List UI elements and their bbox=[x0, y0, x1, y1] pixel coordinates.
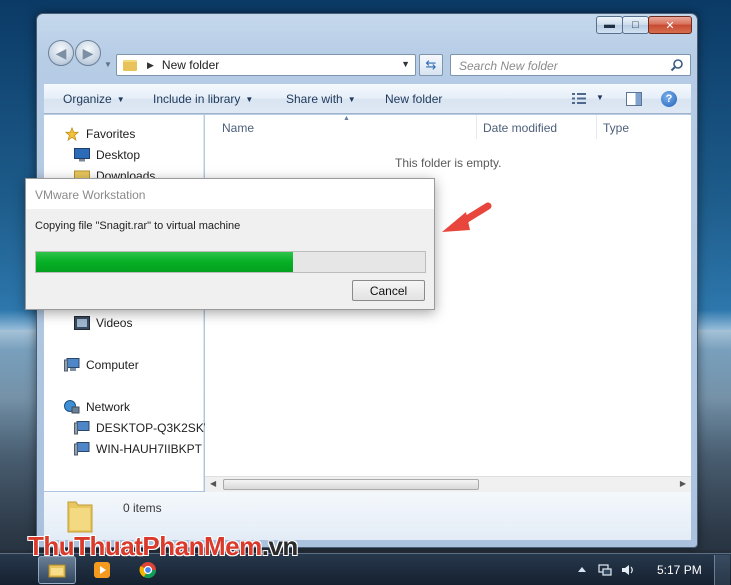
nav-item-desktop[interactable]: Desktop bbox=[74, 148, 140, 162]
copy-progress-bar bbox=[35, 251, 426, 273]
new-folder-button[interactable]: New folder bbox=[385, 92, 442, 106]
watermark-part-3: .vn bbox=[261, 531, 299, 561]
recent-pages-chevron-icon[interactable]: ▼ bbox=[104, 60, 112, 69]
view-options-icon[interactable] bbox=[572, 93, 586, 104]
cancel-button[interactable]: Cancel bbox=[352, 280, 425, 301]
horizontal-scrollbar[interactable]: ◀ ▶ bbox=[205, 476, 691, 492]
scrollbar-thumb[interactable] bbox=[223, 479, 479, 490]
refresh-button[interactable]: ⇆ bbox=[419, 54, 443, 76]
refresh-icon: ⇆ bbox=[425, 57, 437, 72]
copy-progress-dialog: VMware Workstation Copying file "Snagit.… bbox=[25, 178, 435, 310]
show-hidden-icons-icon[interactable] bbox=[575, 563, 589, 577]
folder-large-icon bbox=[67, 501, 93, 533]
search-input[interactable]: Search New folder bbox=[450, 54, 691, 76]
nav-item-computer[interactable]: Computer bbox=[64, 358, 139, 372]
desktop-icon bbox=[74, 148, 90, 162]
watermark-part-1: ThuThuat bbox=[28, 531, 143, 561]
chevron-down-icon: ▼ bbox=[116, 95, 125, 104]
nav-favorites-label: Favorites bbox=[86, 127, 136, 141]
chrome-icon bbox=[139, 562, 157, 579]
back-button[interactable]: ◀ bbox=[48, 40, 74, 66]
column-header-name[interactable]: Name bbox=[222, 121, 254, 135]
include-in-library-menu[interactable]: Include in library ▼ bbox=[153, 92, 253, 106]
network-globe-icon bbox=[64, 400, 80, 414]
nav-computer-label: Computer bbox=[86, 358, 139, 372]
nav-item-favorites[interactable]: Favorites bbox=[64, 127, 135, 141]
computer-icon bbox=[64, 358, 80, 372]
share-with-label: Share with bbox=[286, 92, 343, 106]
organize-menu[interactable]: Organize ▼ bbox=[63, 92, 125, 106]
nav-item-videos[interactable]: Videos bbox=[74, 316, 132, 330]
nav-item-network-computer[interactable]: DESKTOP-Q3K2SKV bbox=[74, 421, 212, 435]
empty-folder-message: This folder is empty. bbox=[395, 156, 502, 170]
help-icon[interactable]: ? bbox=[661, 91, 677, 107]
explorer-folder-icon bbox=[48, 564, 66, 578]
address-dropdown-icon[interactable]: ▼ bbox=[401, 59, 410, 69]
copy-status-message: Copying file "Snagit.rar" to virtual mac… bbox=[35, 220, 241, 232]
address-bar[interactable]: ▶ New folder ▼ bbox=[116, 54, 416, 76]
caption-buttons: ▬ □ ✕ bbox=[596, 16, 692, 34]
search-placeholder: Search New folder bbox=[459, 59, 558, 73]
show-desktop-button[interactable] bbox=[714, 555, 730, 585]
red-arrow-annotation bbox=[442, 202, 492, 232]
nav-desktop-label: Desktop bbox=[96, 148, 141, 162]
item-count: 0 items bbox=[123, 501, 162, 515]
nav-item-network[interactable]: Network bbox=[64, 400, 130, 414]
preview-pane-icon[interactable] bbox=[626, 92, 642, 106]
star-icon bbox=[64, 127, 80, 141]
network-item-label: WIN-HAUH7IIBKPT bbox=[96, 442, 203, 456]
volume-icon[interactable] bbox=[621, 563, 635, 577]
scroll-right-icon[interactable]: ▶ bbox=[680, 479, 686, 488]
nav-videos-label: Videos bbox=[96, 316, 133, 330]
column-header-date-modified[interactable]: Date modified bbox=[483, 121, 557, 135]
network-tray-icon[interactable] bbox=[598, 563, 612, 577]
breadcrumb-separator-icon[interactable]: ▶ bbox=[147, 60, 154, 71]
share-with-menu[interactable]: Share with ▼ bbox=[286, 92, 356, 106]
chevron-down-icon: ▼ bbox=[245, 95, 254, 104]
nav-network-label: Network bbox=[86, 400, 131, 414]
folder-icon bbox=[123, 59, 137, 71]
taskbar-clock[interactable]: 5:17 PM bbox=[657, 563, 702, 577]
site-watermark: ThuThuatPhanMem.vn bbox=[28, 531, 298, 562]
column-divider[interactable] bbox=[596, 115, 597, 139]
forward-button[interactable]: ▶ bbox=[75, 40, 101, 66]
close-button[interactable]: ✕ bbox=[648, 16, 692, 34]
nav-item-network-computer[interactable]: WIN-HAUH7IIBKPT bbox=[74, 442, 202, 456]
blank-region bbox=[603, 200, 634, 235]
media-player-icon bbox=[94, 562, 110, 578]
column-header-type[interactable]: Type bbox=[603, 121, 629, 135]
command-bar: Organize ▼ Include in library ▼ Share with… bbox=[44, 84, 691, 114]
network-item-label: DESKTOP-Q3K2SKV bbox=[96, 421, 212, 435]
sort-indicator-icon: ▲ bbox=[343, 115, 350, 122]
include-in-library-label: Include in library bbox=[153, 92, 241, 106]
address-path[interactable]: New folder bbox=[162, 58, 219, 72]
back-arrow-icon: ◀ bbox=[55, 44, 67, 61]
dialog-title: VMware Workstation bbox=[35, 188, 146, 202]
maximize-button[interactable]: □ bbox=[622, 16, 649, 34]
progress-fill bbox=[36, 252, 293, 272]
scroll-left-icon[interactable]: ◀ bbox=[210, 479, 216, 488]
network-computer-icon bbox=[74, 442, 90, 456]
chevron-down-icon: ▼ bbox=[347, 95, 356, 104]
minimize-button[interactable]: ▬ bbox=[596, 16, 623, 34]
watermark-part-2: PhanMem bbox=[142, 531, 262, 561]
forward-arrow-icon: ▶ bbox=[82, 44, 94, 61]
organize-label: Organize bbox=[63, 92, 112, 106]
column-divider[interactable] bbox=[476, 115, 477, 139]
view-dropdown-icon[interactable]: ▼ bbox=[596, 93, 604, 102]
network-computer-icon bbox=[74, 421, 90, 435]
videos-icon bbox=[74, 316, 90, 330]
search-icon[interactable] bbox=[670, 58, 684, 72]
